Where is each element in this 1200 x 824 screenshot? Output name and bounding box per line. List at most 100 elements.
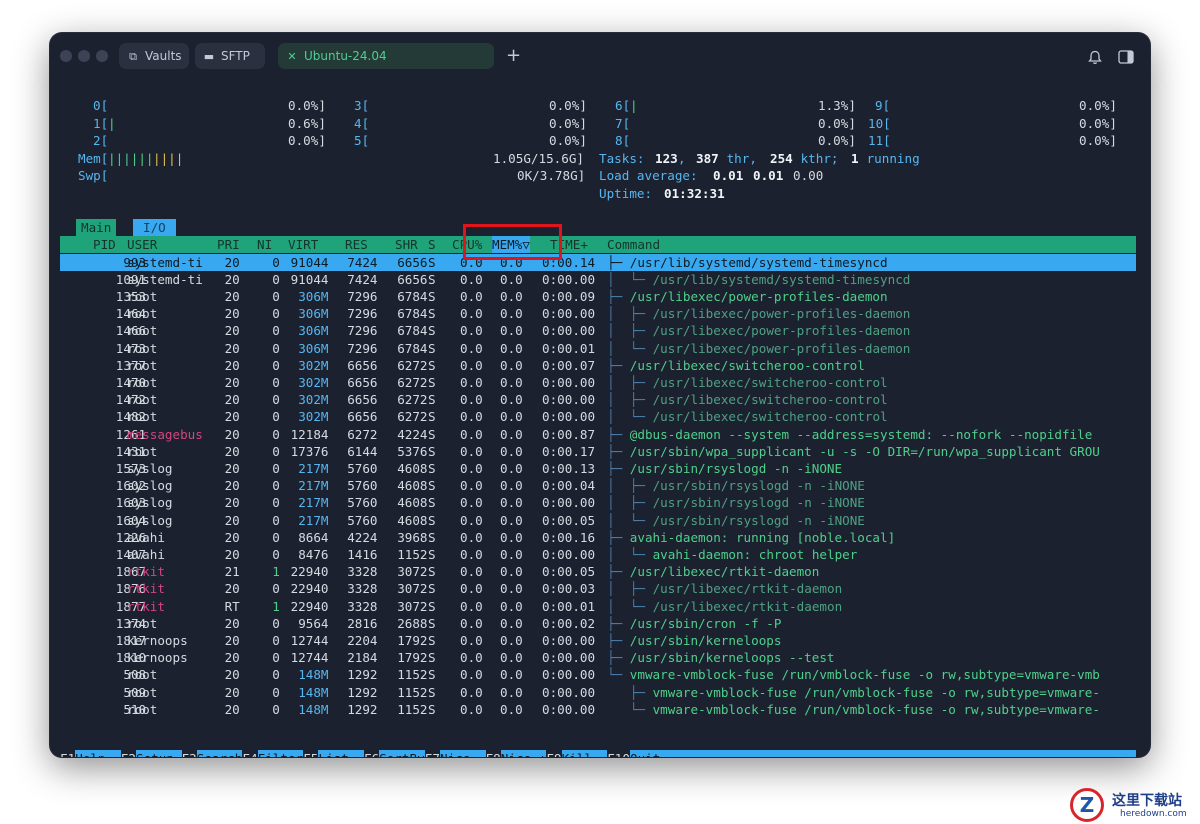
table-row[interactable]: 1573 syslog 20 0 217M 5760 4608 S 0.0 0.0 0:00.13 ├… — [50, 460, 1150, 477]
cell-res: 5760 — [347, 478, 378, 494]
table-row[interactable]: 1604 syslog 20 0 217M 5760 4608 S 0.0 0.0 0:00.05 │… — [50, 512, 1150, 529]
table-row[interactable]: 1374 root 20 0 9564 2816 2688 S 0.0 0.0 0:00.02 ├─ … — [50, 615, 1150, 632]
cell-virt: 217M — [298, 478, 329, 494]
col-state[interactable]: S — [428, 236, 436, 253]
fkey-label-f4[interactable]: Filter — [257, 750, 304, 757]
fkey-f1[interactable]: F1 — [60, 750, 76, 757]
table-row[interactable]: 1091 systemd-ti 20 0 91044 7424 6656 S 0.0 0.0 0:0… — [50, 271, 1150, 288]
table-row[interactable]: 1261 messagebus 20 0 12184 6272 4224 S 0.0 0.0 0:0… — [50, 426, 1150, 443]
table-row[interactable]: 1867 rtkit 21 1 22940 3328 3072 S 0.0 0.0 0:00.05 ├… — [50, 563, 1150, 580]
fkey-label-f6[interactable]: SortBy — [379, 750, 425, 757]
cell-pri: 21 — [224, 564, 240, 580]
cell-tree: ├─ — [607, 684, 653, 700]
htop-screen[interactable]: 0[ 0.0%] 3[ 0.0%] 6[ | 1.3%] 9[ 0.0%] 1[… — [50, 83, 1150, 757]
table-row[interactable]: 1472 root 20 0 302M 6656 6272 S 0.0 0.0 0:00.00 │ ├… — [50, 391, 1150, 408]
cell-s: S — [428, 684, 436, 700]
table-row[interactable]: 508 root 20 0 148M 1292 1152 S 0.0 0.0 0:00.00 └─ v… — [50, 666, 1150, 683]
fkey-f4[interactable]: F4 — [242, 750, 258, 757]
cell-ni: 0 — [272, 546, 280, 562]
table-row[interactable]: 1602 syslog 20 0 217M 5760 4608 S 0.0 0.0 0:00.04 │… — [50, 477, 1150, 494]
table-row[interactable]: 510 root 20 0 148M 1292 1152 S 0.0 0.0 0:00.00 └─ … — [50, 701, 1150, 718]
table-row[interactable]: 1466 root 20 0 306M 7296 6784 S 0.0 0.0 0:00.00 │ ├… — [50, 322, 1150, 339]
cell-cpu: 0.0 — [460, 615, 483, 631]
cell-mem: 0.0 — [500, 684, 523, 700]
bell-icon[interactable] — [1088, 50, 1102, 65]
table-row[interactable]: 1464 root 20 0 306M 7296 6784 S 0.0 0.0 0:00.00 │ ├… — [50, 305, 1150, 322]
cell-cmd: /usr/libexec/rtkit-daemon — [652, 598, 843, 614]
fkey-label-f1[interactable]: Help — [75, 750, 121, 757]
fkey-f6[interactable]: F6 — [364, 750, 380, 757]
cell-pri: 20 — [224, 546, 240, 562]
cell-tree: │ ├─ — [607, 392, 653, 408]
col-user[interactable]: USER — [127, 236, 157, 253]
cell-tree: │ └─ — [607, 546, 653, 562]
cell-virt: 217M — [298, 512, 329, 528]
cell-time: 0:00.04 — [542, 478, 596, 494]
close-icon[interactable]: ✕ — [286, 44, 298, 70]
col-pri[interactable]: PRI — [217, 236, 240, 253]
cell-time: 0:00.00 — [542, 684, 596, 700]
table-row[interactable]: 1810 kernoops 20 0 12744 2184 1792 S 0.0 0.0 0:00.… — [50, 649, 1150, 666]
cell-time: 0:00.00 — [542, 632, 596, 648]
cell-user: root — [127, 615, 158, 631]
cpu-value: 1.3%] — [818, 98, 856, 113]
table-row[interactable]: 1226 avahi 20 0 8664 4224 3968 S 0.0 0.0 0:00.16 ├─… — [50, 529, 1150, 546]
cell-pri: 20 — [224, 632, 240, 648]
table-row[interactable]: 1482 root 20 0 302M 6656 6272 S 0.0 0.0 0:00.00 │ └… — [50, 408, 1150, 425]
fkey-f3[interactable]: F3 — [181, 750, 197, 757]
table-row[interactable]: 509 root 20 0 148M 1292 1152 S 0.0 0.0 0:00.00 ├─ … — [50, 684, 1150, 701]
fkey-f8[interactable]: F8 — [485, 750, 501, 757]
fkey-f7[interactable]: F7 — [424, 750, 440, 757]
col-pid[interactable]: PID — [93, 236, 116, 253]
table-row[interactable]: 1877 rtkit RT 1 22940 3328 3072 S 0.0 0.0 0:00.01 │… — [50, 598, 1150, 615]
table-row[interactable]: 1470 root 20 0 302M 6656 6272 S 0.0 0.0 0:00.00 │ ├… — [50, 374, 1150, 391]
table-row[interactable]: 1353 root 20 0 306M 7296 6784 S 0.0 0.0 0:00.09 ├─ … — [50, 288, 1150, 305]
tab-ubuntu[interactable]: ✕ Ubuntu-24.04 — [278, 43, 494, 69]
fkey-label-f7[interactable]: Nice - — [440, 750, 486, 757]
cell-res: 6272 — [347, 426, 378, 442]
table-row[interactable]: 1431 root 20 0 17376 6144 5376 S 0.0 0.0 0:00.17 ├─… — [50, 443, 1150, 460]
col-virt[interactable]: VIRT — [288, 236, 318, 253]
cell-cmd: /usr/sbin/kerneloops — [629, 632, 782, 648]
table-row[interactable]: 1603 syslog 20 0 217M 5760 4608 S 0.0 0.0 0:00.00 │… — [50, 494, 1150, 511]
cell-time: 0:00.00 — [542, 323, 596, 339]
tab-sftp[interactable]: ▬ SFTP — [195, 43, 265, 69]
fkey-f9[interactable]: F9 — [546, 750, 562, 757]
fkey-f2[interactable]: F2 — [120, 750, 136, 757]
col-shr[interactable]: SHR — [395, 236, 418, 253]
screen-tab-io[interactable]: I/O — [133, 218, 176, 236]
tasks-running-label: running — [859, 150, 920, 166]
fkey-label-f3[interactable]: Search — [196, 750, 243, 757]
table-row[interactable]: 1407 avahi 20 0 8476 1416 1152 S 0.0 0.0 0:00.00 │ … — [50, 546, 1150, 563]
fkey-f5[interactable]: F5 — [303, 750, 319, 757]
table-row[interactable]: 1377 root 20 0 302M 6656 6272 S 0.0 0.0 0:00.07 ├─ … — [50, 357, 1150, 374]
table-row[interactable]: 1817 kernoops 20 0 12744 2204 1792 S 0.0 0.0 0:00.… — [50, 632, 1150, 649]
fkey-label-f8[interactable]: Nice + — [500, 750, 547, 757]
cell-mem: 0.0 — [500, 512, 523, 528]
fkey-label-f5[interactable]: List — [318, 750, 364, 757]
table-row-selected[interactable]: 993 systemd-ti 20 0 91044 7424 6656 S 0.0 0.0 0:00… — [50, 253, 1150, 271]
fkey-label-f10[interactable]: Quit — [630, 750, 661, 757]
table-row[interactable]: 1876 rtkit 20 0 22940 3328 3072 S 0.0 0.0 0:00.03 │… — [50, 580, 1150, 597]
title-bar: ⧉ Vaults ▬ SFTP ✕ Ubuntu-24.04 + — [50, 33, 1150, 83]
fkey-label-f2[interactable]: Setup — [136, 750, 182, 757]
window-zoom-dot[interactable] — [96, 50, 108, 62]
screen-tab-main[interactable]: Main — [76, 218, 117, 236]
col-res[interactable]: RES — [345, 236, 368, 253]
cell-s: S — [428, 667, 436, 683]
fkey-label-f9[interactable]: Kill — [561, 750, 608, 757]
tab-vaults[interactable]: ⧉ Vaults — [119, 43, 189, 69]
fkey-f10[interactable]: F10 — [607, 750, 630, 757]
tasks-threads-label: thr, — [719, 150, 757, 166]
cell-cpu: 0.0 — [460, 443, 483, 459]
table-row[interactable]: 1473 root 20 0 306M 7296 6784 S 0.0 0.0 0:00.01 │ └… — [50, 340, 1150, 357]
col-ni[interactable]: NI — [257, 236, 272, 253]
window-close-dot[interactable] — [60, 50, 72, 62]
new-tab-button[interactable]: + — [506, 45, 521, 66]
sidebar-toggle-icon[interactable] — [1118, 50, 1134, 64]
window-minimize-dot[interactable] — [78, 50, 90, 62]
cell-cpu: 0.0 — [460, 271, 483, 287]
col-command[interactable]: Command — [607, 236, 660, 253]
cell-user: syslog — [127, 478, 173, 494]
cell-mem: 0.0 — [500, 460, 523, 476]
